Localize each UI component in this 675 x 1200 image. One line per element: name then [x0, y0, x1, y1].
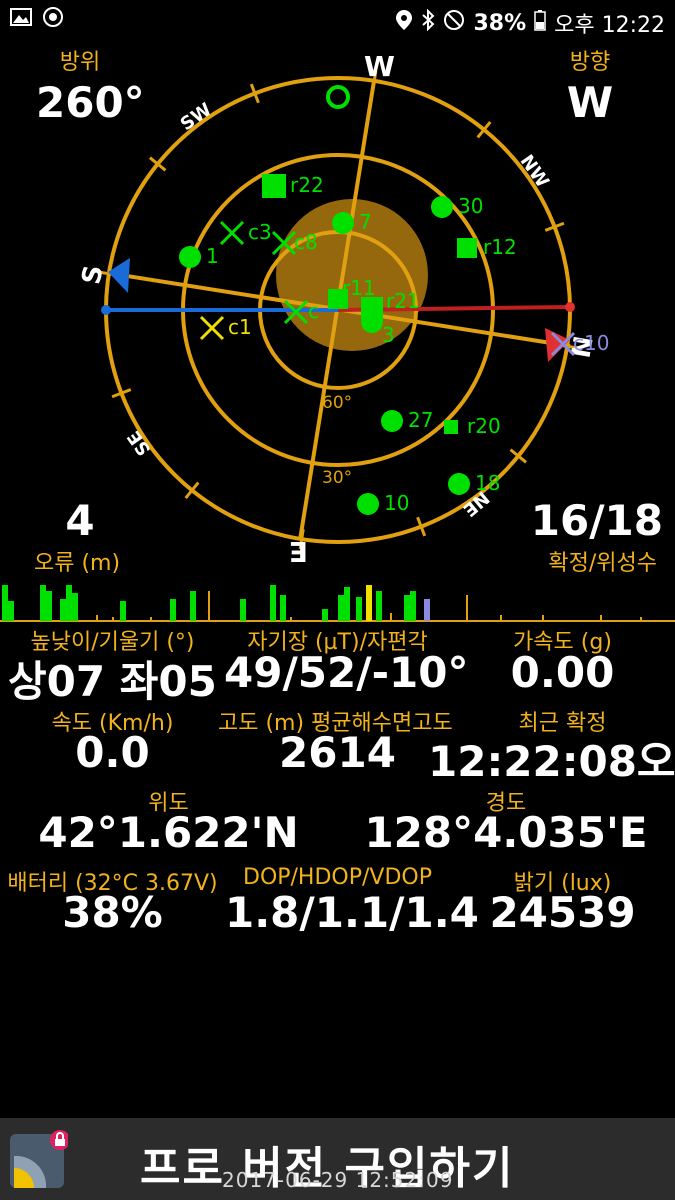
signal-bar — [270, 585, 276, 621]
latitude-value: 42°1.622'N — [38, 808, 299, 857]
compass-label-nw: NW — [516, 151, 553, 192]
magnetic-value: 49/52/-10° — [224, 648, 469, 697]
signal-bar — [2, 585, 8, 621]
satellite-label-r21: r21 — [386, 289, 420, 313]
signal-bar — [466, 595, 468, 621]
signal-bar — [150, 617, 152, 621]
status-bar: 38% 오후 12:22 — [0, 0, 675, 40]
signal-bar — [170, 599, 176, 621]
ring-label-30: 30° — [322, 468, 352, 488]
signal-bar — [8, 601, 14, 621]
satellite-marker-3 — [361, 311, 383, 333]
satellite-label-1: 1 — [206, 244, 219, 268]
satellite-label-c1: c1 — [228, 315, 252, 339]
signal-bar — [66, 585, 72, 621]
battery-value: 38% — [62, 888, 163, 937]
signal-bar — [60, 599, 66, 621]
longitude-value: 128°4.035'E — [364, 808, 648, 857]
satellite-label-r20: r20 — [467, 414, 501, 438]
satellite-label-c10: c10 — [573, 331, 609, 355]
satellite-marker-c3 — [219, 220, 245, 246]
buy-pro-bar[interactable]: 프로 버전 구입하기 2017-06-29 12:52:09 — [0, 1118, 675, 1200]
battery-percent: 38% — [473, 10, 527, 36]
satellite-marker-r12 — [457, 238, 477, 258]
compass-label-se: SE — [123, 427, 155, 460]
signal-bar — [410, 591, 416, 621]
signal-bar — [366, 585, 372, 621]
app-icon[interactable] — [10, 1130, 68, 1188]
satellite-marker-r22 — [262, 174, 286, 198]
signal-bar — [120, 601, 126, 621]
signal-bar — [356, 597, 362, 621]
lastfix-value: 12:22:08오후 — [428, 737, 675, 782]
signal-bar — [280, 595, 286, 621]
timestamp: 2017-06-29 12:52:09 — [222, 1168, 454, 1192]
satellite-label-27: 27 — [408, 408, 433, 432]
signal-bar — [40, 585, 46, 621]
location-icon — [395, 9, 413, 37]
satellite-marker-7 — [332, 212, 354, 234]
battery-icon — [534, 9, 546, 37]
lastfix-clip: 12:22:08오후 — [428, 728, 675, 782]
ring-labels: 60° 30° — [322, 393, 352, 488]
bluetooth-icon — [421, 8, 435, 37]
signal-bar — [240, 599, 246, 621]
signal-bar — [600, 615, 602, 621]
signal-bar — [542, 615, 544, 621]
signal-bar — [190, 591, 196, 621]
lux-value: 24539 — [489, 888, 636, 937]
satellite-marker-18 — [448, 473, 470, 495]
dop-label: DOP/HDOP/VDOP — [243, 865, 432, 890]
speed-value: 0.0 — [75, 728, 150, 777]
signal-bar — [72, 593, 78, 621]
heading-marker — [326, 85, 350, 109]
signal-bar — [390, 613, 392, 621]
signal-bar — [338, 595, 344, 621]
compass-label-w: W — [364, 50, 395, 83]
signal-bar — [290, 617, 292, 621]
satellite-label-c8: c8 — [294, 230, 318, 254]
signal-bar — [500, 615, 502, 621]
satellite-label-r11: r11 — [342, 276, 376, 300]
satellite-marker-r20 — [444, 420, 458, 434]
signal-bar — [376, 591, 382, 621]
satellite-label-r12: r12 — [483, 235, 517, 259]
compass-label-e: E — [289, 535, 308, 568]
satellite-label-r22: r22 — [290, 173, 324, 197]
satellite-label-18: 18 — [475, 471, 500, 495]
signal-bar — [344, 587, 350, 621]
dop-value: 1.8/1.1/1.4 — [225, 888, 479, 937]
signal-bar — [96, 615, 98, 621]
sync-icon — [42, 6, 64, 34]
signal-bar — [208, 591, 210, 621]
compass-label-sw: SW — [177, 99, 216, 135]
clock: 오후 12:22 — [554, 13, 665, 38]
signal-bar — [640, 617, 642, 621]
signal-bar — [46, 591, 52, 621]
signal-bar — [424, 599, 430, 621]
satellite-label-c3: c3 — [248, 220, 272, 244]
altitude-value: 2614 — [279, 728, 396, 777]
satellite-label-10: 10 — [384, 491, 409, 515]
tilt-value: 상07 좌05 — [8, 657, 217, 706]
do-not-disturb-icon — [443, 9, 465, 37]
satellite-label-c: c — [308, 299, 319, 323]
sky-radar[interactable]: W SW NW S N SE NE E 60° 30° r2230r127c3 c… — [0, 40, 675, 570]
satellite-label-30: 30 — [458, 194, 483, 218]
satellite-label-7: 7 — [359, 210, 372, 234]
signal-strength-bars — [0, 585, 675, 622]
satellite-label-3: 3 — [382, 323, 395, 347]
ring-label-60: 60° — [322, 393, 352, 413]
accel-value: 0.00 — [510, 648, 615, 697]
satellite-marker-30 — [431, 196, 453, 218]
satellite-marker-27 — [381, 410, 403, 432]
signal-bar — [112, 617, 114, 621]
compass-label-s: S — [77, 263, 110, 287]
satellite-marker-1 — [179, 246, 201, 268]
gallery-icon — [10, 6, 32, 34]
satellite-marker-10 — [357, 493, 379, 515]
signal-bar — [322, 609, 328, 621]
satellite-marker-c1 — [199, 315, 225, 341]
signal-bar — [404, 595, 410, 621]
